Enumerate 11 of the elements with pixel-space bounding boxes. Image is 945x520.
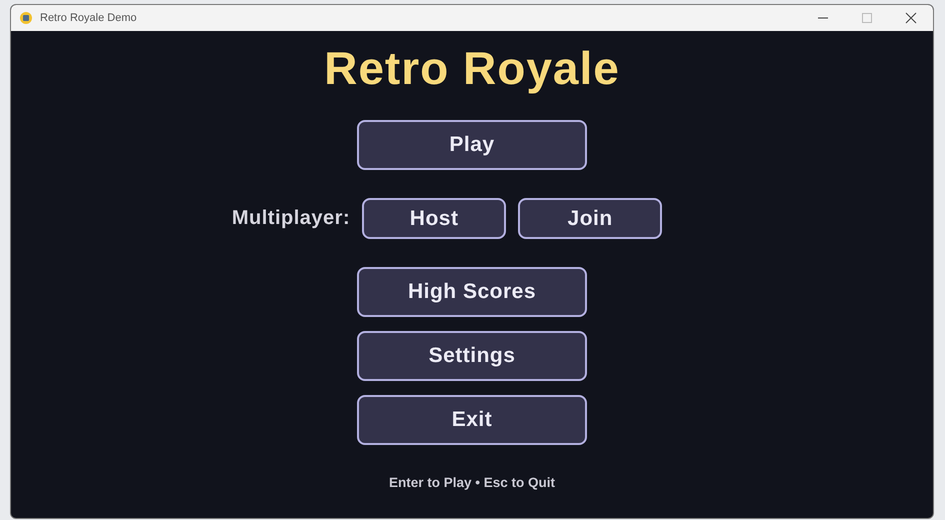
menu-button[interactable]: Play — [357, 120, 587, 170]
menu-button[interactable]: Join — [518, 198, 662, 239]
game-title: Retro Royale — [324, 41, 620, 95]
multiplayer-label: Multiplayer: — [232, 207, 350, 230]
menu-button[interactable]: High Scores — [357, 267, 587, 317]
window-title: Retro Royale Demo — [40, 12, 138, 24]
menu-button[interactable]: Exit — [357, 395, 587, 445]
keyboard-hint: Enter to Play • Esc to Quit — [388, 475, 555, 490]
menu-button[interactable]: Host — [362, 198, 506, 239]
menu-button[interactable]: Settings — [357, 331, 587, 381]
app-icon — [19, 11, 33, 25]
